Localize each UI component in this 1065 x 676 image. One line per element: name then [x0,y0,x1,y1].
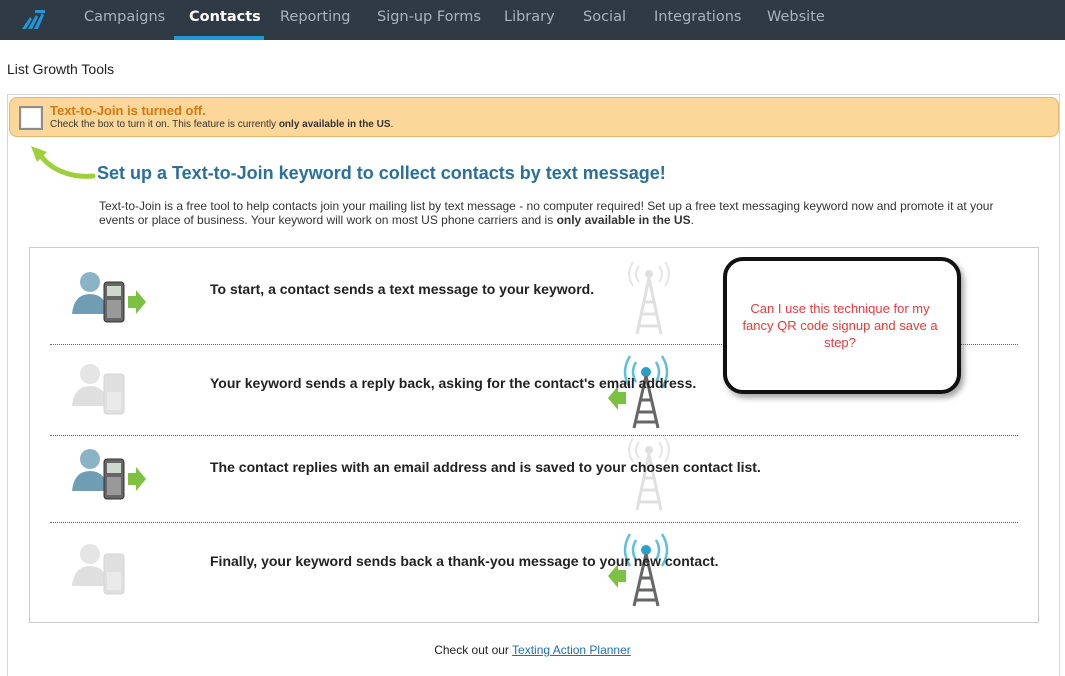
logo-icon[interactable] [20,7,46,33]
callout-text: Can I use this technique for my fancy QR… [742,301,938,350]
banner-text-prefix: Check the box to turn it on. This featur… [50,119,279,130]
description: Text-to-Join is a free tool to help cont… [99,199,999,227]
signal-tower-icon [628,438,670,511]
description-prefix: Text-to-Join is a free tool to help cont… [99,199,994,227]
person-phone-icon [72,364,125,415]
step-1-text: To start, a contact sends a text message… [210,281,595,297]
nav-website[interactable]: Website [767,0,825,40]
nav-library[interactable]: Library [504,0,555,40]
nav-campaigns[interactable]: Campaigns [84,0,165,40]
nav-contacts[interactable]: Contacts [189,0,261,40]
page-title: List Growth Tools [7,61,115,77]
curved-arrow-icon [31,146,96,179]
step-2-text: Your keyword sends a reply back, asking … [210,375,697,391]
banner-text-bold: only available in the US [278,119,391,130]
footer-prefix: Check out our [434,643,513,657]
enable-text-to-join-checkbox[interactable] [19,106,43,130]
description-suffix: . [690,213,694,227]
nav-reporting[interactable]: Reporting [280,0,351,40]
step-divider [50,522,1018,523]
nav-social[interactable]: Social [583,0,626,40]
texting-action-planner-link[interactable]: Texting Action Planner [512,643,631,657]
headline: Set up a Text-to-Join keyword to collect… [97,163,666,183]
footer: Check out our Texting Action Planner [0,643,1065,657]
step-3-text: The contact replies with an email addres… [210,459,761,475]
top-navigation: Campaigns Contacts Reporting Sign-up For… [0,0,1065,40]
person-phone-icon [72,544,125,595]
person-phone-icon [72,272,146,323]
step-4-text: Finally, your keyword sends back a thank… [210,553,719,569]
step-divider [50,435,1018,436]
banner-title: Text-to-Join is turned off. [50,103,206,118]
nav-integrations[interactable]: Integrations [654,0,741,40]
person-phone-icon [72,449,146,500]
signal-tower-icon [628,262,670,335]
banner-text-suffix: . [390,119,394,130]
nav-signup-forms[interactable]: Sign-up Forms [377,0,481,40]
active-tab-indicator [174,36,264,40]
description-bold: only available in the US [556,213,691,227]
banner-text: Check the box to turn it on. This featur… [50,119,393,130]
